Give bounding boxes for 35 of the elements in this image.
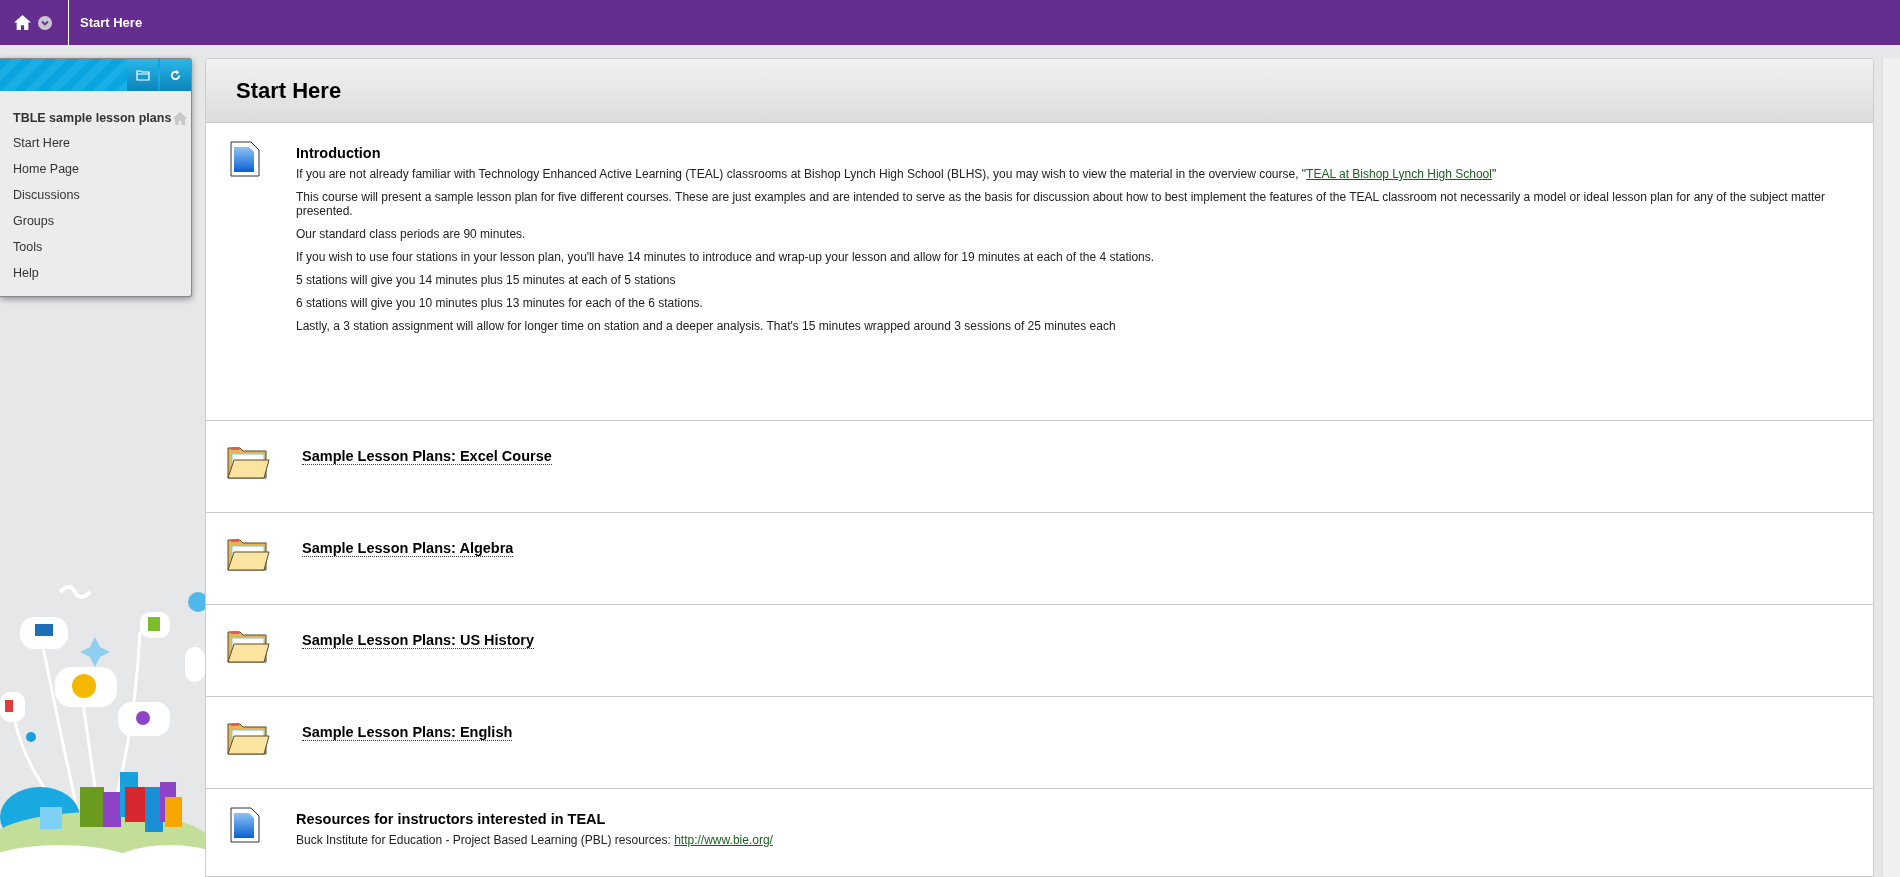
document-icon — [230, 807, 260, 843]
link[interactable]: TEAL at Bishop Lynch High School — [1306, 167, 1492, 181]
chevron-down-icon[interactable] — [38, 15, 52, 30]
paragraph: Our standard class periods are 90 minutes. — [296, 227, 527, 241]
menu-item[interactable]: Start Here — [13, 130, 191, 156]
menu-item[interactable]: Discussions — [13, 182, 191, 208]
folder-icon — [226, 536, 270, 572]
folder-icon[interactable] — [127, 59, 158, 91]
document-icon — [230, 141, 260, 177]
breadcrumb-title: Start Here — [80, 15, 143, 30]
item-title: Introduction — [296, 145, 381, 161]
paragraph: 5 stations will give you 14 minutes plus 15 minutes at each of 5 stations — [296, 273, 677, 287]
folder-link[interactable]: Sample Lesson Plans: English — [302, 724, 513, 741]
paragraph: Buck Institute for Education - Project Based Learning (PBL) resources: http://www.bie.org/ — [296, 833, 774, 847]
refresh-icon[interactable] — [160, 59, 191, 91]
paragraph: If you are not already familiar with Technology Enhanced Active Learning (TEAL) classrooms at Bishop Lynch High School (BLHS), you may wish to view the material in the overview course, "TEAL at Bishop Lynch High School" — [296, 167, 1498, 181]
course-title[interactable]: TBLE sample lesson plans — [13, 111, 172, 125]
folder-link[interactable]: Sample Lesson Plans: Algebra — [302, 540, 514, 557]
paragraph: This course will present a sample lesson plan for five different courses. These are just examples and are intended to serve as the basis for discussion about how to best implement the features of the TEAL classroom not necessarily a model or ideal lesson plan for any of the subject matter presented. — [296, 190, 1827, 218]
folder-icon — [226, 720, 270, 756]
home-icon[interactable] — [14, 15, 31, 30]
folder-icon — [226, 444, 270, 480]
menu-item[interactable]: Home Page — [13, 156, 191, 182]
menu-item[interactable]: Tools — [13, 234, 191, 260]
paragraph: Lastly, a 3 station assignment will allow for longer time on station and a deeper analysis. That's 15 minutes wrapped around 3 sessions of 25 minutes each — [296, 319, 1117, 333]
menu-item[interactable]: Help — [13, 260, 191, 286]
paragraph: If you wish to use four stations in your lesson plan, you'll have 14 minutes to introduce and wrap-up your lesson and allow for 19 minutes at each of the 4 stations. — [296, 250, 1156, 264]
folder-link[interactable]: Sample Lesson Plans: US History — [302, 632, 535, 649]
item-title: Resources for instructors interested in TEAL — [296, 811, 606, 827]
link[interactable]: http://www.bie.org/ — [674, 833, 773, 847]
page-title: Start Here — [236, 77, 342, 104]
folder-icon — [226, 628, 270, 664]
menu-item[interactable]: Groups — [13, 208, 191, 234]
paragraph: 6 stations will give you 10 minutes plus 13 minutes for each of the 6 stations. — [296, 296, 704, 310]
folder-link[interactable]: Sample Lesson Plans: Excel Course — [302, 448, 552, 465]
